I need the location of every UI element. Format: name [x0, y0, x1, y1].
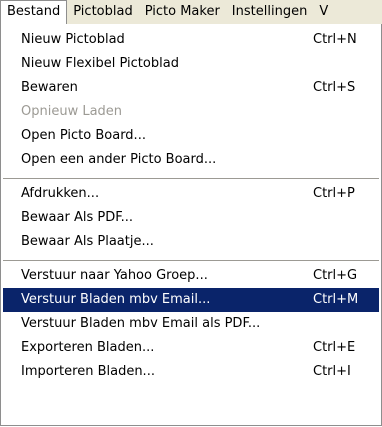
- menu-bestand[interactable]: Bestand: [0, 0, 68, 24]
- menu-item-nieuw-pictoblad[interactable]: Nieuw Pictoblad Ctrl+N: [3, 28, 379, 52]
- menu-item-label: Bewaar Als PDF...: [21, 210, 134, 225]
- menu-item-label: Bewaar Als Plaatje...: [21, 234, 154, 249]
- menu-item-shortcut: Ctrl+P: [313, 186, 355, 201]
- menu-item-nieuw-flexibel-pictoblad[interactable]: Nieuw Flexibel Pictoblad: [3, 52, 379, 76]
- menu-item-open-picto-board[interactable]: Open Picto Board...: [3, 124, 379, 148]
- menu-item-label: Nieuw Pictoblad: [21, 32, 125, 47]
- menu-item-shortcut: Ctrl+M: [313, 292, 359, 307]
- menu-item-shortcut: Ctrl+I: [313, 364, 351, 379]
- menu-picto-maker[interactable]: Picto Maker: [139, 0, 226, 24]
- menu-item-shortcut: Ctrl+G: [313, 268, 358, 283]
- menu-item-label: Open een ander Picto Board...: [21, 152, 217, 167]
- menu-item-bewaren[interactable]: Bewaren Ctrl+S: [3, 76, 379, 100]
- menu-item-opnieuw-laden: Opnieuw Laden: [3, 100, 379, 124]
- menu-item-exporteren-bladen[interactable]: Exporteren Bladen... Ctrl+E: [3, 336, 379, 360]
- menu-pictoblad[interactable]: Pictoblad: [67, 0, 138, 24]
- menu-item-label: Nieuw Flexibel Pictoblad: [21, 56, 179, 71]
- bestand-dropdown-menu: Nieuw Pictoblad Ctrl+N Nieuw Flexibel Pi…: [0, 24, 382, 426]
- menu-item-label: Open Picto Board...: [21, 128, 146, 143]
- menu-item-label: Verstuur Bladen mbv Email...: [21, 292, 211, 307]
- menu-item-label: Afdrukken...: [21, 186, 100, 201]
- menu-item-label: Verstuur Bladen mbv Email als PDF...: [21, 316, 261, 331]
- menu-instellingen[interactable]: Instellingen: [226, 0, 314, 24]
- menu-truncated[interactable]: V: [313, 0, 334, 24]
- menu-item-importeren-bladen[interactable]: Importeren Bladen... Ctrl+I: [3, 360, 379, 384]
- menu-item-bewaar-als-pdf[interactable]: Bewaar Als PDF...: [3, 206, 379, 230]
- menu-item-label: Bewaren: [21, 80, 78, 95]
- menu-item-label: Opnieuw Laden: [21, 104, 123, 119]
- menu-item-label: Exporteren Bladen...: [21, 340, 155, 355]
- menu-item-verstuur-bladen-email-pdf[interactable]: Verstuur Bladen mbv Email als PDF...: [3, 312, 379, 336]
- menu-item-shortcut: Ctrl+N: [313, 32, 357, 47]
- menu-item-shortcut: Ctrl+E: [313, 340, 356, 355]
- menu-item-bewaar-als-plaatje[interactable]: Bewaar Als Plaatje...: [3, 230, 379, 254]
- menu-item-open-ander-picto-board[interactable]: Open een ander Picto Board...: [3, 148, 379, 172]
- menu-item-label: Importeren Bladen...: [21, 364, 155, 379]
- menu-item-verstuur-bladen-email[interactable]: Verstuur Bladen mbv Email... Ctrl+M: [3, 288, 379, 312]
- menu-item-label: Verstuur naar Yahoo Groep...: [21, 268, 208, 283]
- menu-item-verstuur-yahoo-groep[interactable]: Verstuur naar Yahoo Groep... Ctrl+G: [3, 264, 379, 288]
- menu-separator: [3, 260, 379, 261]
- menu-bar: Bestand Pictoblad Picto Maker Instellingen V: [0, 0, 382, 24]
- menu-item-afdrukken[interactable]: Afdrukken... Ctrl+P: [3, 182, 379, 206]
- menu-separator: [3, 178, 379, 179]
- menu-item-shortcut: Ctrl+S: [313, 80, 356, 95]
